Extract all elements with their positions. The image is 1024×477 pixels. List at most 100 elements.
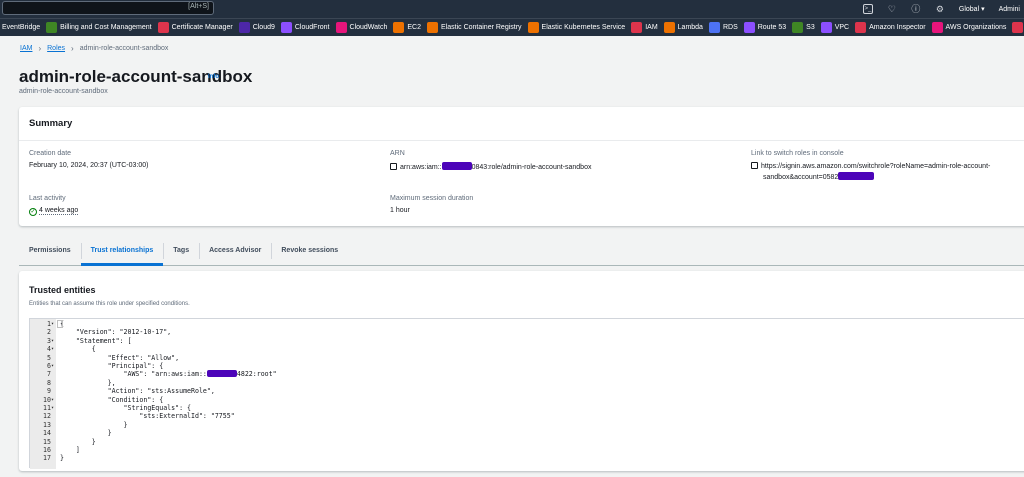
favorite-item[interactable]: S3 [792, 22, 815, 33]
code-text: } [60, 429, 112, 437]
cloudshell-icon[interactable]: >_ [862, 4, 873, 14]
favorite-item[interactable]: CloudWatch [335, 22, 387, 33]
fold-toggle-icon[interactable]: ▾ [51, 404, 54, 412]
line-number: 10 [43, 395, 51, 404]
last-activity-text: 4 weeks ago [39, 207, 79, 215]
fold-toggle-icon[interactable]: ▾ [51, 345, 54, 353]
code-line: 11 ▾ "StringEquals": { [30, 404, 1020, 412]
service-icon [335, 22, 347, 33]
favorite-label: IAM [645, 24, 658, 31]
fold-toggle-icon[interactable]: ▾ [51, 396, 54, 404]
favorite-item[interactable]: Elastic Container Registry [427, 22, 522, 33]
search-input[interactable]: [Alt+S] [2, 1, 214, 15]
breadcrumb-roles-link[interactable]: Roles [47, 45, 65, 52]
role-tabs: Permissions Trust relationships Tags Access… [19, 239, 1024, 266]
favorite-label: Elastic Kubernetes Service [541, 24, 626, 31]
bell-icon[interactable]: ♡ [887, 4, 897, 14]
info-link[interactable]: Info [208, 74, 219, 80]
favorite-item[interactable]: Billing and Cost Management [46, 22, 152, 33]
gear-icon[interactable]: ⚙ [935, 4, 945, 14]
line-number: 11 [43, 404, 51, 412]
copy-icon[interactable] [751, 162, 758, 169]
code-segment: "sts:ExternalId": "7755" [60, 412, 235, 421]
code-segment: "Statement": [ [60, 336, 132, 345]
max-session-value: 1 hour [390, 207, 410, 214]
chevron-right-icon: › [38, 44, 42, 53]
favorite-label: AWS Organizations [945, 24, 1007, 31]
code-segment: "Principal": { [60, 362, 164, 370]
switch-role-url-line1: https://signin.aws.amazon.com/switchrole… [761, 163, 991, 170]
favorite-item[interactable]: Amazon Inspector [855, 22, 926, 33]
breadcrumb: IAM › Roles › admin-role-account-sandbox [20, 44, 168, 53]
favorite-item[interactable]: Cloud9 [238, 22, 275, 33]
code-segment: "Effect": "Allow", [60, 353, 180, 362]
favorite-item[interactable]: Elastic Kubernetes Service [527, 22, 626, 33]
account-menu[interactable]: Admini [999, 6, 1020, 13]
breadcrumb-iam-link[interactable]: IAM [20, 45, 32, 52]
line-number: 3 [47, 336, 51, 345]
code-line: 2 "Version": "2012-10-17", [30, 328, 1020, 336]
service-icon [792, 22, 804, 33]
fold-toggle-icon[interactable]: ▾ [51, 320, 54, 328]
arn-label: ARN [390, 150, 405, 157]
favorite-item[interactable]: RDS [708, 22, 738, 33]
tab-trust-relationships[interactable]: Trust relationships [80, 239, 164, 266]
tab-access-advisor[interactable]: Access Advisor [199, 239, 271, 263]
bracket-highlight [57, 320, 63, 328]
code-segment: } [60, 420, 128, 429]
favorite-item[interactable]: AWS Organizations [931, 22, 1007, 33]
code-segment: "Version": "2012-10-17", [60, 328, 172, 337]
summary-heading: Summary [29, 118, 73, 129]
tab-revoke-sessions[interactable]: Revoke sessions [271, 239, 348, 263]
tab-permissions[interactable]: Permissions [19, 239, 81, 263]
service-icon [238, 22, 250, 33]
page-subtitle: admin-role-account-sandbox [19, 88, 108, 95]
copy-icon[interactable] [390, 163, 397, 170]
fold-toggle-icon[interactable]: ▾ [51, 337, 54, 345]
trust-policy-editor[interactable]: 1 ▾{2 "Version": "2012-10-17", 3 ▾ "Stateme… [29, 318, 1024, 469]
code-segment: }, [60, 378, 116, 387]
help-icon[interactable]: ⓘ [911, 4, 921, 14]
redaction-mark [838, 172, 875, 180]
trusted-entities-card: Trusted entities Entities that can assum… [19, 271, 1024, 471]
code-line: 3 ▾ "Statement": [ [30, 337, 1020, 345]
creation-date-label: Creation date [29, 150, 72, 157]
fold-toggle-icon[interactable]: ▾ [51, 362, 54, 370]
line-number: 6 [47, 362, 51, 370]
top-nav-bar: [Alt+S] >_ ♡ ⓘ ⚙ Global ▾ Admini [0, 0, 1024, 18]
code-line: 17} [30, 454, 1020, 462]
code-text: "Principal": { [60, 362, 164, 370]
code-segment: } [60, 437, 96, 446]
code-segment: 4822:root" [236, 370, 277, 379]
favorites-bar: EventBridge Billing and Cost Management Ce… [0, 18, 1024, 36]
favorite-item[interactable]: EventBridge [2, 24, 40, 31]
favorite-item[interactable]: EC2 [393, 22, 421, 33]
code-line: 14 } [30, 429, 1020, 437]
favorite-item[interactable]: Certificate Manager [157, 22, 233, 33]
trusted-entities-heading: Trusted entities [29, 285, 96, 295]
summary-divider [19, 140, 1024, 141]
favorite-item[interactable]: VPC [820, 22, 850, 33]
line-number: 17 [43, 454, 51, 463]
tab-tags[interactable]: Tags [163, 239, 199, 263]
trusted-entities-description: Entities that can assume this role under… [29, 301, 190, 307]
region-label: Global [958, 6, 980, 13]
code-text: "Condition": { [60, 396, 164, 404]
favorite-label: Amazon Inspector [869, 24, 926, 31]
line-number: 7 [47, 370, 51, 379]
code-text: "sts:ExternalId": "7755" [60, 412, 235, 421]
favorite-item[interactable]: IAM Identity Ce [1012, 22, 1024, 33]
region-selector[interactable]: Global ▾ [959, 5, 985, 13]
max-session-label: Maximum session duration [390, 195, 474, 202]
code-text: "AWS": "arn:aws:iam:: 4822:root" [60, 370, 277, 378]
code-segment: { [60, 345, 96, 354]
code-line: 1 ▾{ [30, 320, 1020, 328]
favorite-item[interactable]: Lambda [663, 22, 703, 33]
code-segment: } [60, 454, 64, 463]
favorite-item[interactable]: CloudFront [280, 22, 330, 33]
favorite-label: VPC [834, 24, 850, 31]
favorite-item[interactable]: Route 53 [743, 22, 786, 33]
favorite-item[interactable]: IAM [631, 22, 658, 33]
service-icon [280, 22, 292, 33]
switch-role-link[interactable]: https://signin.aws.amazon.com/switchrole… [751, 162, 1021, 183]
